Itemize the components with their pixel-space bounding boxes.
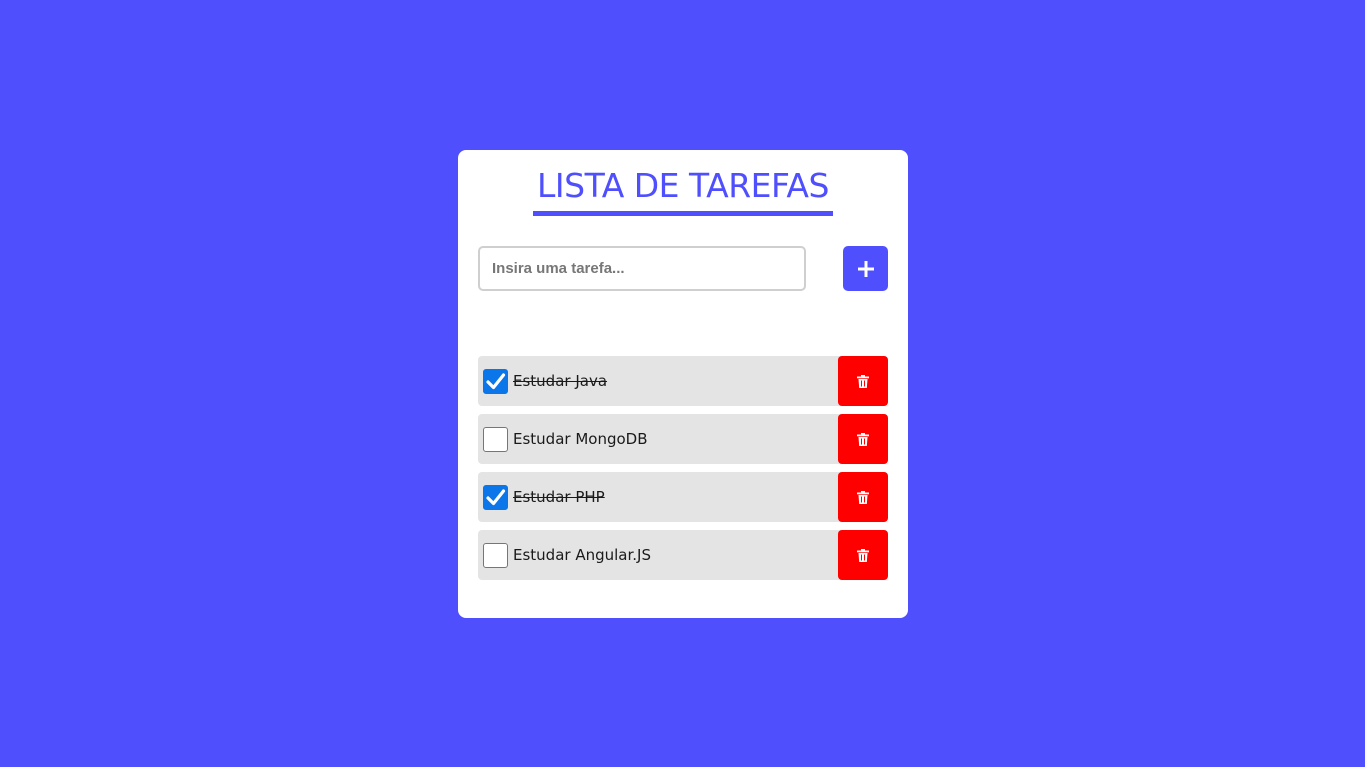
task-checkbox[interactable] [483,543,508,568]
task-input[interactable] [478,246,806,291]
delete-task-button[interactable] [838,414,888,464]
trash-icon [857,432,869,446]
task-checkbox[interactable] [483,485,508,510]
check-icon [486,489,506,506]
task-label: Estudar Angular.JS [513,546,651,564]
task-label: Estudar PHP [513,488,605,506]
delete-task-button[interactable] [838,530,888,580]
delete-task-button[interactable] [838,472,888,522]
add-task-button[interactable] [843,246,888,291]
task-checkbox[interactable] [483,369,508,394]
task-item: Estudar Java [478,356,888,406]
trash-icon [857,374,869,388]
page-title: LISTA DE TAREFAS [537,166,829,205]
task-item: Estudar MongoDB [478,414,888,464]
check-icon [486,373,506,390]
trash-icon [857,490,869,504]
task-label: Estudar Java [513,372,608,390]
plus-icon [857,260,874,277]
task-label: Estudar MongoDB [513,430,648,448]
title-underline [533,211,833,216]
trash-icon [857,548,869,562]
task-item: Estudar Angular.JS [478,530,888,580]
task-list: Estudar Java Estudar MongoDB Estudar PHP… [478,356,888,588]
delete-task-button[interactable] [838,356,888,406]
task-checkbox[interactable] [483,427,508,452]
task-item: Estudar PHP [478,472,888,522]
todo-card: LISTA DE TAREFAS Estudar Java [458,150,908,618]
